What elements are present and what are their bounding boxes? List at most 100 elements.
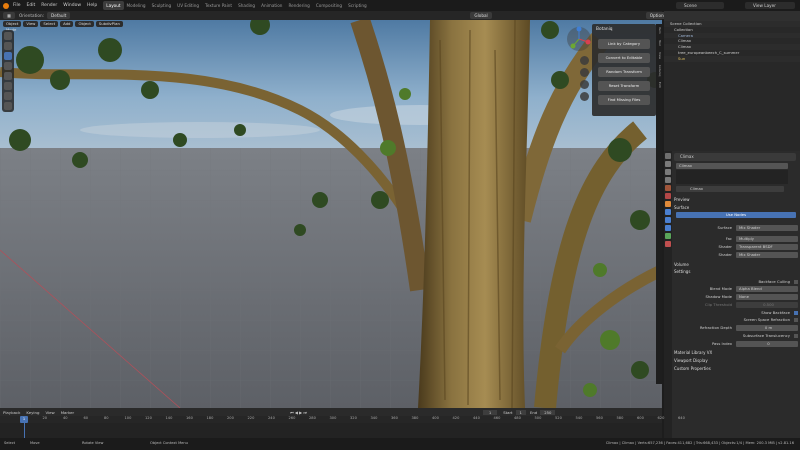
- surface-section[interactable]: Surface: [674, 205, 689, 210]
- show-backface-checkbox[interactable]: [794, 310, 798, 315]
- settings-section[interactable]: Settings: [674, 269, 690, 274]
- material-library-section[interactable]: Material Library VX: [674, 350, 712, 355]
- shader1-dropdown[interactable]: Transparent BSDF: [736, 243, 798, 250]
- menu-view[interactable]: View: [23, 21, 39, 27]
- sidebar-tab-botaniq[interactable]: botaniq: [656, 62, 662, 79]
- sidebar-tab-edit[interactable]: Edit: [656, 79, 662, 91]
- menu-help[interactable]: Help: [87, 3, 97, 8]
- preview-section[interactable]: Preview: [674, 197, 690, 202]
- subsurface-checkbox[interactable]: [794, 333, 798, 338]
- shadow-mode-dropdown[interactable]: None: [736, 293, 798, 300]
- surface-dropdown[interactable]: Mix Shader: [736, 224, 798, 231]
- pan-icon[interactable]: [580, 68, 589, 77]
- tab-animation[interactable]: Animation: [258, 1, 285, 10]
- world-tab-icon[interactable]: [665, 193, 671, 199]
- particles-tab-icon[interactable]: [665, 217, 671, 223]
- sidebar-tab-tool[interactable]: Tool: [656, 37, 662, 49]
- data-tab-icon[interactable]: [665, 233, 671, 239]
- move-tool-icon[interactable]: [4, 52, 12, 60]
- sidebar-tab-view[interactable]: View: [656, 49, 662, 62]
- menu-object[interactable]: Object: [75, 21, 94, 27]
- material-name-field[interactable]: Climax: [676, 186, 784, 192]
- convert-to-editable-button[interactable]: Convert to Editable: [598, 53, 650, 63]
- refraction-depth-field[interactable]: 0 m: [736, 324, 798, 331]
- view-layer-selector[interactable]: View Layer: [745, 2, 795, 9]
- menu-marker[interactable]: Marker: [61, 410, 74, 415]
- random-transform-button[interactable]: Random Transform: [598, 67, 650, 77]
- start-frame-field[interactable]: 1: [515, 409, 526, 415]
- orientation-dropdown[interactable]: Default: [47, 12, 71, 19]
- object-tab-icon[interactable]: [665, 201, 671, 207]
- tab-shading[interactable]: Shading: [235, 1, 258, 10]
- render-tab-icon[interactable]: [665, 161, 671, 167]
- playback-controls-icon[interactable]: ⏮ ◀ ▶ ⏭: [290, 410, 307, 415]
- ssr-checkbox[interactable]: [794, 317, 798, 322]
- menu-edit[interactable]: Edit: [27, 3, 36, 8]
- sidebar-tab-item[interactable]: Item: [656, 24, 662, 37]
- material-slot-item[interactable]: Climax: [676, 163, 788, 169]
- select-tool-icon[interactable]: [4, 32, 12, 40]
- clip-threshold-field[interactable]: 0.500: [736, 301, 798, 308]
- menu-view[interactable]: View: [45, 410, 54, 415]
- current-frame-field[interactable]: 1: [482, 409, 498, 415]
- material-slot-list[interactable]: [676, 170, 788, 184]
- camera-view-icon[interactable]: [580, 80, 589, 89]
- mode-dropdown[interactable]: Object Mode: [3, 21, 22, 32]
- menu-file[interactable]: File: [13, 3, 21, 8]
- fac-dropdown[interactable]: Multiply: [736, 235, 798, 242]
- frame-tick-label: 280: [309, 416, 316, 420]
- material-tab-icon[interactable]: [665, 241, 671, 247]
- tab-uv-editing[interactable]: UV Editing: [174, 1, 202, 10]
- rotate-tool-icon[interactable]: [4, 62, 12, 70]
- custom-properties-section[interactable]: Custom Properties: [674, 366, 711, 371]
- start-label: Start: [503, 409, 513, 415]
- transform-tool-icon[interactable]: [4, 82, 12, 90]
- tab-modeling[interactable]: Modeling: [124, 1, 149, 10]
- scene-selector[interactable]: Scene: [676, 2, 724, 9]
- blend-mode-dropdown[interactable]: Alpha Blend: [736, 285, 798, 292]
- link-by-category-button[interactable]: Link by Category: [598, 39, 650, 49]
- cursor-tool-icon[interactable]: [4, 42, 12, 50]
- scene-tab-icon[interactable]: [665, 185, 671, 191]
- tab-scripting[interactable]: Scripting: [345, 1, 370, 10]
- view-layer-tab-icon[interactable]: [665, 177, 671, 183]
- transform-orientation-dropdown[interactable]: Global: [470, 12, 492, 19]
- backface-culling-checkbox[interactable]: [794, 279, 798, 284]
- end-frame-field[interactable]: 250: [540, 409, 556, 415]
- menu-window[interactable]: Window: [63, 3, 81, 8]
- scale-tool-icon[interactable]: [4, 72, 12, 80]
- playhead[interactable]: 1: [20, 416, 28, 423]
- menu-render[interactable]: Render: [41, 3, 57, 8]
- outliner-row[interactable]: Sun: [664, 55, 800, 62]
- perspective-toggle-icon[interactable]: [580, 92, 589, 101]
- navigation-gizmo-icon[interactable]: [566, 26, 592, 52]
- physics-tab-icon[interactable]: [665, 225, 671, 231]
- use-nodes-button[interactable]: Use Nodes: [676, 212, 796, 218]
- frame-ruler[interactable]: 0204060801001201401601802002202402602803…: [0, 416, 685, 423]
- zoom-icon[interactable]: [580, 56, 589, 65]
- find-missing-files-button[interactable]: Find Missing Files: [598, 95, 650, 105]
- blender-logo-icon[interactable]: [3, 2, 9, 9]
- measure-tool-icon[interactable]: [4, 102, 12, 110]
- shader2-dropdown[interactable]: Mix Shader: [736, 251, 798, 258]
- viewport-display-section[interactable]: Viewport Display: [674, 358, 708, 363]
- pass-index-field[interactable]: 0: [736, 340, 798, 347]
- tab-rendering[interactable]: Rendering: [285, 1, 312, 10]
- tool-tab-icon[interactable]: [665, 153, 671, 159]
- tab-compositing[interactable]: Compositing: [313, 1, 345, 10]
- editor-type-dropdown[interactable]: ▦: [3, 12, 15, 19]
- menu-playback[interactable]: Playback: [3, 410, 20, 415]
- 3d-viewport[interactable]: [0, 20, 662, 408]
- tab-texture-paint[interactable]: Texture Paint: [202, 1, 235, 10]
- menu-add[interactable]: Add: [60, 21, 74, 27]
- reset-transform-button[interactable]: Reset Transform: [598, 81, 650, 91]
- annotate-tool-icon[interactable]: [4, 92, 12, 100]
- output-tab-icon[interactable]: [665, 169, 671, 175]
- tab-sculpting[interactable]: Sculpting: [149, 1, 175, 10]
- tab-layout[interactable]: Layout: [103, 1, 124, 10]
- menu-select[interactable]: Select: [40, 21, 59, 27]
- modifier-tab-icon[interactable]: [665, 209, 671, 215]
- volume-section[interactable]: Volume: [674, 262, 689, 267]
- subdiv-menu[interactable]: SubdivPlan: [95, 21, 123, 27]
- menu-keying[interactable]: Keying: [26, 410, 39, 415]
